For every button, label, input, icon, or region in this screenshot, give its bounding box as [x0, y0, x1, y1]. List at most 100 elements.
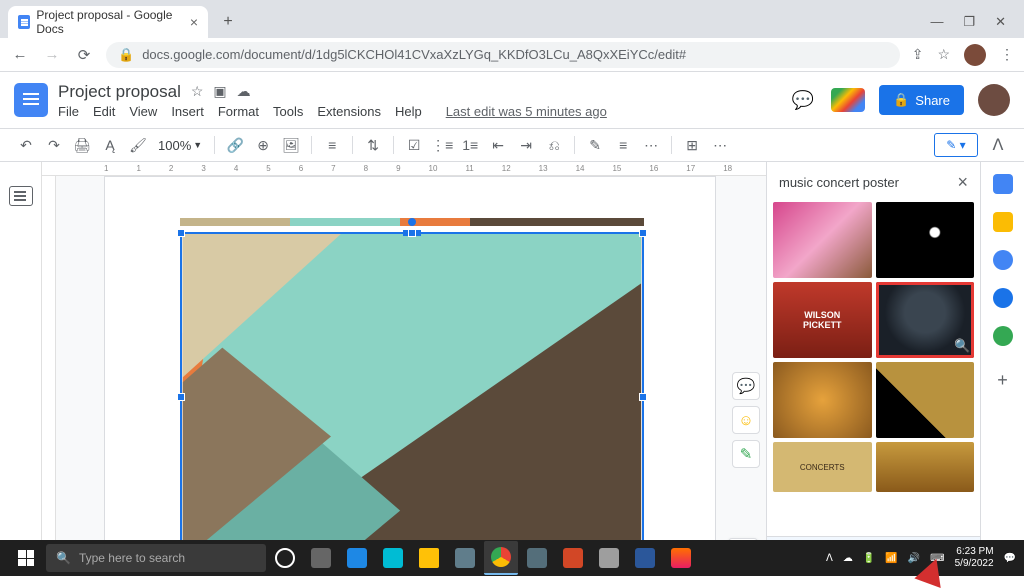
selected-image[interactable] — [180, 232, 644, 562]
meet-icon[interactable] — [831, 88, 865, 112]
close-window-icon[interactable]: ✕ — [995, 14, 1006, 30]
contacts-app-icon[interactable] — [993, 288, 1013, 308]
close-panel-icon[interactable]: × — [957, 172, 968, 193]
document-canvas[interactable]: 1123456789101112131415161718 — [42, 162, 766, 576]
start-button[interactable] — [8, 540, 44, 576]
word-icon[interactable] — [628, 541, 662, 575]
redo-button[interactable]: ↷ — [42, 133, 66, 157]
border-weight-button[interactable]: ≡ — [611, 133, 635, 157]
editing-mode-button[interactable]: ✎ ▾ — [934, 133, 978, 157]
star-icon[interactable]: ☆ — [191, 83, 204, 100]
comment-button[interactable]: ⊕ — [251, 133, 275, 157]
add-emoji-button[interactable]: ☺ — [732, 406, 760, 434]
result-image[interactable] — [773, 202, 872, 278]
taskbar-app[interactable] — [592, 541, 626, 575]
indent-increase-button[interactable]: ⇥ — [514, 133, 538, 157]
chrome-menu-icon[interactable]: ⋮ — [1000, 46, 1014, 63]
move-icon[interactable]: ▣ — [213, 83, 226, 100]
line-spacing-button[interactable]: ⇅ — [361, 133, 385, 157]
outline-toggle-icon[interactable] — [9, 186, 33, 206]
menu-help[interactable]: Help — [395, 104, 422, 119]
image-button[interactable]: 🖼 — [279, 133, 303, 157]
share-url-icon[interactable]: ⇪ — [912, 46, 924, 63]
battery-icon[interactable]: 🔋 — [863, 553, 875, 564]
link-button[interactable]: 🔗 — [223, 133, 247, 157]
taskbar-app[interactable] — [340, 541, 374, 575]
volume-icon[interactable]: 🔊 — [908, 553, 920, 564]
border-dash-button[interactable]: ⋯ — [639, 133, 663, 157]
tray-chevron-icon[interactable]: ᐱ — [826, 553, 833, 564]
rotate-handle[interactable] — [408, 218, 416, 226]
url-field[interactable]: 🔒 docs.google.com/document/d/1dg5lCKCHOl… — [106, 42, 900, 68]
checklist-button[interactable]: ☑ — [402, 133, 426, 157]
account-avatar[interactable] — [978, 84, 1010, 116]
bullet-list-button[interactable]: ⋮≡ — [430, 133, 454, 157]
align-button[interactable]: ≡ — [320, 133, 344, 157]
numbered-list-button[interactable]: 1≡ — [458, 133, 482, 157]
suggest-edit-button[interactable]: ✎ — [732, 440, 760, 468]
maximize-icon[interactable]: ❐ — [963, 14, 975, 30]
cloud-status-icon[interactable]: ☁ — [237, 83, 251, 100]
resize-handle[interactable] — [177, 393, 185, 401]
image-results[interactable]: WILSONPICKETT 🔍 CONCERTS — [767, 202, 980, 536]
taskbar-app[interactable] — [448, 541, 482, 575]
cortana-icon[interactable] — [268, 541, 302, 575]
chrome-taskbar-icon[interactable] — [484, 541, 518, 575]
zoom-dropdown[interactable]: 100%▼ — [154, 138, 206, 153]
result-image[interactable] — [876, 202, 975, 278]
result-image-selected[interactable]: 🔍 — [876, 282, 975, 358]
border-color-button[interactable]: ✎ — [583, 133, 607, 157]
indent-decrease-button[interactable]: ⇤ — [486, 133, 510, 157]
reload-button[interactable]: ⟳ — [74, 46, 94, 64]
menu-format[interactable]: Format — [218, 104, 259, 119]
powerpoint-icon[interactable] — [556, 541, 590, 575]
horizontal-ruler[interactable]: 1123456789101112131415161718 — [42, 162, 766, 176]
menu-file[interactable]: File — [58, 104, 79, 119]
add-addon-icon[interactable]: + — [997, 370, 1008, 391]
image-options-button[interactable]: ⊞ — [680, 133, 704, 157]
spellcheck-button[interactable]: Ą — [98, 133, 122, 157]
hide-menus-button[interactable]: ᐱ — [986, 133, 1010, 157]
taskbar-search[interactable]: 🔍 Type here to search — [46, 544, 266, 572]
minimize-icon[interactable]: — — [930, 14, 943, 30]
doc-title[interactable]: Project proposal — [58, 82, 181, 102]
resize-handle[interactable] — [639, 393, 647, 401]
menu-tools[interactable]: Tools — [273, 104, 303, 119]
menu-view[interactable]: View — [129, 104, 157, 119]
more-button[interactable]: ⋯ — [708, 133, 732, 157]
new-tab-button[interactable]: + — [214, 8, 242, 36]
resize-handle[interactable] — [639, 229, 647, 237]
result-image[interactable] — [876, 362, 975, 438]
taskbar-app[interactable] — [376, 541, 410, 575]
resize-handle[interactable] — [177, 229, 185, 237]
clock[interactable]: 6:23 PM 5/9/2022 — [955, 546, 994, 570]
calendar-app-icon[interactable] — [993, 174, 1013, 194]
taskbar-app[interactable] — [664, 541, 698, 575]
vertical-ruler[interactable] — [42, 176, 56, 576]
menu-insert[interactable]: Insert — [171, 104, 204, 119]
menu-extensions[interactable]: Extensions — [317, 104, 381, 119]
result-image[interactable]: CONCERTS — [773, 442, 872, 492]
magnify-icon[interactable]: 🔍 — [954, 338, 970, 354]
share-button[interactable]: 🔒 Share — [879, 85, 964, 115]
wifi-icon[interactable]: 📶 — [885, 553, 897, 564]
comment-history-icon[interactable]: 💬 — [789, 86, 817, 114]
clear-format-button[interactable]: ⎌ — [542, 133, 566, 157]
tasks-app-icon[interactable] — [993, 250, 1013, 270]
onedrive-icon[interactable]: ☁ — [843, 553, 853, 564]
menu-edit[interactable]: Edit — [93, 104, 115, 119]
undo-button[interactable]: ↶ — [14, 133, 38, 157]
docs-logo-icon[interactable] — [14, 83, 48, 117]
notifications-icon[interactable]: 💬 — [1004, 553, 1016, 564]
keep-app-icon[interactable] — [993, 212, 1013, 232]
result-image[interactable] — [773, 362, 872, 438]
forward-button[interactable]: → — [42, 46, 62, 63]
maps-app-icon[interactable] — [993, 326, 1013, 346]
resize-handle[interactable] — [408, 229, 416, 237]
print-button[interactable]: 🖨 — [70, 133, 94, 157]
result-image[interactable] — [876, 442, 975, 492]
result-image[interactable]: WILSONPICKETT — [773, 282, 872, 358]
last-edit-link[interactable]: Last edit was 5 minutes ago — [446, 104, 607, 119]
task-view-icon[interactable] — [304, 541, 338, 575]
close-tab-icon[interactable]: × — [190, 14, 198, 30]
